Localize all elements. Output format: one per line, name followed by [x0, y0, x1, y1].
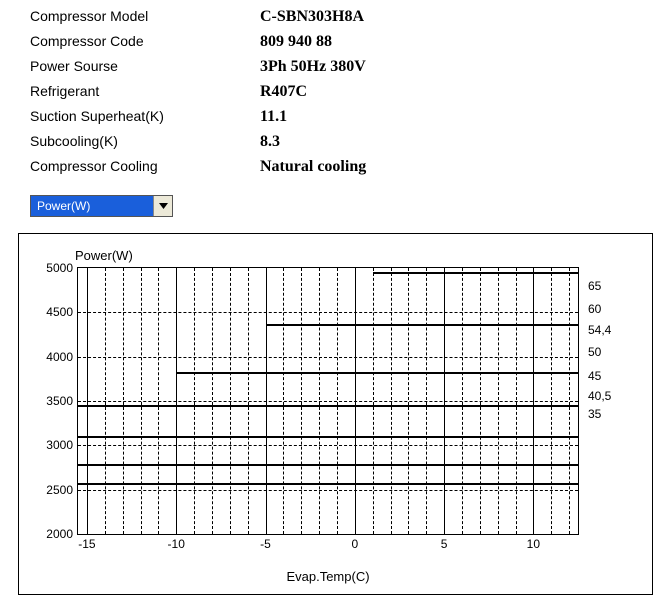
y-tick-label: 3500	[46, 394, 73, 408]
spec-label: Compressor Model	[30, 8, 260, 24]
x-tick-label: 10	[527, 537, 540, 551]
x-tick-label: -5	[260, 537, 271, 551]
chart-y-title: Power(W)	[75, 248, 642, 263]
series-line	[78, 405, 578, 407]
chart-panel: Power(W) 2000 2500 3000 3500 4000 4500 5000 65…	[18, 233, 653, 595]
spec-row: Subcooling(K)8.3	[30, 133, 671, 151]
series-line	[78, 436, 578, 438]
series-line	[373, 272, 578, 274]
spec-value: 809 940 88	[260, 33, 332, 51]
plot-area: 656054,4504540,535	[77, 267, 579, 535]
spec-label: Refrigerant	[30, 83, 260, 99]
series-label: 35	[588, 407, 601, 421]
y-tick-label: 4500	[46, 305, 73, 319]
x-tick-label: -10	[168, 537, 185, 551]
dropdown-arrow-icon[interactable]	[153, 196, 172, 216]
series-label: 40,5	[588, 389, 611, 403]
view-selector[interactable]: Power(W)	[30, 195, 173, 217]
y-tick-label: 2000	[46, 527, 73, 541]
series-label: 65	[588, 279, 601, 293]
series-label: 54,4	[588, 323, 611, 337]
spec-value: R407C	[260, 83, 307, 101]
spec-row: Compressor ModelC-SBN303H8A	[30, 8, 671, 26]
x-tick-label: 5	[441, 537, 448, 551]
spec-value: C-SBN303H8A	[260, 8, 364, 26]
y-tick-label: 4000	[46, 350, 73, 364]
view-selector-value: Power(W)	[31, 196, 153, 216]
spec-row: RefrigerantR407C	[30, 83, 671, 101]
y-tick-label: 5000	[46, 261, 73, 275]
y-axis: 2000250030003500400045005000	[29, 267, 77, 535]
spec-label: Compressor Code	[30, 33, 260, 49]
y-tick-label: 2500	[46, 483, 73, 497]
series-line	[266, 324, 579, 326]
spec-label: Subcooling(K)	[30, 133, 260, 149]
series-label: 60	[588, 302, 601, 316]
series-label: 50	[588, 345, 601, 359]
spec-row: Power Sourse3Ph 50Hz 380V	[30, 58, 671, 76]
x-axis-label: Evap.Temp(C)	[77, 569, 579, 584]
spec-value: 11.1	[260, 108, 287, 126]
spec-label: Compressor Cooling	[30, 158, 260, 174]
series-line	[78, 483, 578, 485]
spec-value: 3Ph 50Hz 380V	[260, 58, 366, 76]
spec-label: Power Sourse	[30, 58, 260, 74]
series-line	[176, 372, 578, 374]
x-tick-label: -15	[78, 537, 95, 551]
y-tick-label: 3000	[46, 438, 73, 452]
spec-row: Compressor Code809 940 88	[30, 33, 671, 51]
series-line	[78, 464, 578, 466]
spec-row: Suction Superheat(K)11.1	[30, 108, 671, 126]
series-label: 45	[588, 369, 601, 383]
spec-value: Natural cooling	[260, 158, 366, 176]
x-axis: -15 -10 -5 0 5 10	[77, 535, 579, 551]
spec-table: Compressor ModelC-SBN303H8ACompressor Co…	[0, 0, 671, 176]
spec-row: Compressor CoolingNatural cooling	[30, 158, 671, 176]
spec-value: 8.3	[260, 133, 280, 151]
x-tick-label: 0	[351, 537, 358, 551]
spec-label: Suction Superheat(K)	[30, 108, 260, 124]
